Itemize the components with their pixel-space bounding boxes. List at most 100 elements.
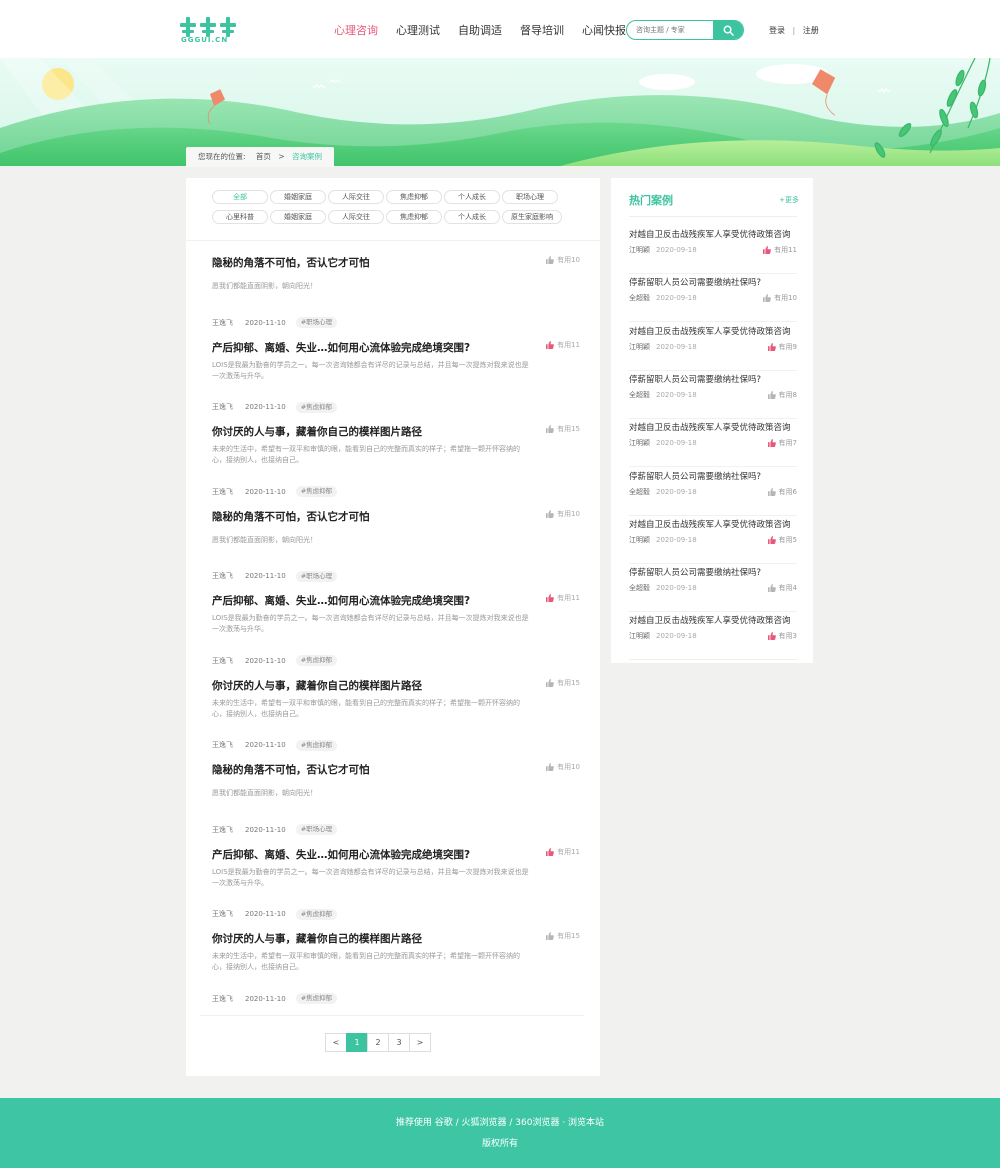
nav-item[interactable]: 自助调适 [458, 22, 502, 38]
article-tag[interactable]: #职场心理 [295, 317, 338, 328]
useful-count[interactable]: 有用10 [546, 509, 580, 519]
hot-case-title[interactable]: 停薪留职人员公司需要缴纳社保吗? [629, 276, 761, 288]
article-item[interactable]: 产后抑郁、离婚、失业…如何用心流体验完成绝境突围? LOIS是我最为勤奋的学员之一… [212, 340, 580, 420]
article-title[interactable]: 你讨厌的人与事，藏着你自己的模样图片路径 [212, 424, 422, 439]
useful-count[interactable]: 有用11 [546, 340, 580, 350]
hot-case-date: 2020-09-18 [656, 535, 697, 544]
hot-case-title[interactable]: 对越自卫反击战残疾军人享受优待政策咨询 [629, 228, 791, 240]
hot-case-title[interactable]: 停薪留职人员公司需要缴纳社保吗? [629, 470, 761, 482]
copyright: 版权所有 [481, 1139, 518, 1149]
nav-item[interactable]: 心理咨询 [334, 22, 378, 38]
next-page-button[interactable]: > [409, 1033, 431, 1052]
useful-count[interactable]: 有用7 [767, 438, 797, 448]
article-date: 2020-11-10 [245, 487, 286, 496]
nav-item[interactable]: 心闻快报 [582, 22, 626, 38]
article-title[interactable]: 隐秘的角落不可怕，否认它才可怕 [212, 762, 370, 777]
hot-case-title[interactable]: 停薪留职人员公司需要缴纳社保吗? [629, 566, 761, 578]
hot-case-title[interactable]: 停薪留职人员公司需要缴纳社保吗? [629, 373, 761, 385]
useful-count[interactable]: 有用3 [767, 631, 797, 641]
article-tag[interactable]: #焦虑抑郁 [295, 739, 338, 751]
useful-label: 有用3 [778, 632, 797, 641]
article-tag[interactable]: #焦虑抑郁 [295, 908, 338, 920]
article-title[interactable]: 产后抑郁、离婚、失业…如何用心流体验完成绝境突围? [212, 847, 470, 862]
filter-tag[interactable]: 个人成长 [444, 190, 500, 204]
article-item[interactable]: 产后抑郁、离婚、失业…如何用心流体验完成绝境突围? LOIS是我最为勤奋的学员之一… [212, 847, 580, 927]
useful-count[interactable]: 有用5 [767, 535, 797, 545]
article-item[interactable]: 你讨厌的人与事，藏着你自己的模样图片路径 未来的生活中，希望有一双平和审慎的眼，能… [212, 931, 580, 1011]
page-button[interactable]: 3 [388, 1033, 410, 1052]
useful-count[interactable]: 有用15 [546, 424, 580, 434]
search-button[interactable] [713, 21, 743, 39]
article-title[interactable]: 你讨厌的人与事，藏着你自己的模样图片路径 [212, 931, 422, 946]
filter-tag[interactable]: 原生家庭影响 [502, 210, 562, 224]
article-item[interactable]: 你讨厌的人与事，藏着你自己的模样图片路径 未来的生活中，希望有一双平和审慎的眼，能… [212, 424, 580, 504]
filter-tag[interactable]: 婚姻家庭 [270, 190, 326, 204]
filter-tag[interactable]: 焦虑抑郁 [386, 190, 442, 204]
useful-count[interactable]: 有用11 [546, 847, 580, 857]
prev-page-button[interactable]: < [325, 1033, 347, 1052]
hot-case-item[interactable]: 停薪留职人员公司需要缴纳社保吗? 全超毅 2020-09-18 有用10 [629, 276, 797, 323]
filter-tag[interactable]: 心里科普 [212, 210, 268, 224]
hot-case-item[interactable]: 对越自卫反击战残疾军人享受优待政策咨询 江明颖 2020-09-18 有用11 [629, 228, 797, 274]
article-tag[interactable]: #焦虑抑郁 [295, 401, 338, 413]
article-meta: 王逸飞 2020-11-10 #职场心理 [212, 570, 338, 582]
article-tag[interactable]: #焦虑抑郁 [295, 993, 338, 1004]
filter-tag[interactable]: 婚姻家庭 [270, 210, 326, 224]
filter-tag[interactable]: 焦虑抑郁 [386, 210, 442, 224]
hot-case-title[interactable]: 对越自卫反击战残疾军人享受优待政策咨询 [629, 518, 791, 530]
hot-case-item[interactable]: 对越自卫反击战残疾军人享受优待政策咨询 江明颖 2020-09-18 有用5 [629, 518, 797, 564]
useful-count[interactable]: 有用9 [767, 342, 797, 352]
page-button[interactable]: 1 [346, 1033, 368, 1052]
filter-tag[interactable]: 人际交往 [328, 210, 384, 224]
article-tag[interactable]: #职场心理 [295, 570, 338, 582]
article-title[interactable]: 产后抑郁、离婚、失业…如何用心流体验完成绝境突围? [212, 593, 470, 608]
filter-tag[interactable]: 人际交往 [328, 190, 384, 204]
divider [200, 1015, 584, 1016]
filter-tag[interactable]: 全部 [212, 190, 268, 204]
article-item[interactable]: 隐秘的角落不可怕，否认它才可怕 愿我们都能直面阴影，朝向阳光！ 王逸飞 2020-11… [212, 509, 580, 589]
article-item[interactable]: 隐秘的角落不可怕，否认它才可怕 愿我们都能直面阴影，朝向阳光！ 王逸飞 2020-11… [212, 255, 580, 335]
filter-tag[interactable]: 职场心理 [502, 190, 558, 204]
useful-count[interactable]: 有用11 [763, 245, 797, 255]
useful-label: 有用5 [778, 535, 797, 544]
article-title[interactable]: 你讨厌的人与事，藏着你自己的模样图片路径 [212, 678, 422, 693]
register-link[interactable]: 注册 [803, 26, 819, 35]
article-item[interactable]: 产后抑郁、离婚、失业…如何用心流体验完成绝境突围? LOIS是我最为勤奋的学员之一… [212, 593, 580, 673]
article-title[interactable]: 隐秘的角落不可怕，否认它才可怕 [212, 509, 370, 524]
nav-item[interactable]: 督导培训 [520, 22, 564, 38]
useful-count[interactable]: 有用11 [546, 593, 580, 603]
article-tag[interactable]: #焦虑抑郁 [295, 486, 338, 497]
useful-count[interactable]: 有用10 [763, 293, 797, 303]
useful-count[interactable]: 有用10 [546, 762, 580, 772]
article-item[interactable]: 隐秘的角落不可怕，否认它才可怕 愿我们都能直面阴影，朝向阳光！ 王逸飞 2020-11… [212, 762, 580, 842]
hot-case-item[interactable]: 对越自卫反击战残疾军人享受优待政策咨询 江明颖 2020-09-18 有用7 [629, 421, 797, 468]
article-tag[interactable]: #职场心理 [295, 824, 338, 835]
hot-case-item[interactable]: 停薪留职人员公司需要缴纳社保吗? 全超毅 2020-09-18 有用8 [629, 373, 797, 419]
useful-count[interactable]: 有用8 [767, 390, 797, 400]
article-title[interactable]: 产后抑郁、离婚、失业…如何用心流体验完成绝境突围? [212, 340, 470, 355]
search-input[interactable] [627, 21, 715, 39]
useful-count[interactable]: 有用10 [546, 255, 580, 265]
more-link[interactable]: +更多 [779, 195, 799, 205]
hot-case-item[interactable]: 停薪留职人员公司需要缴纳社保吗? 全超毅 2020-09-18 有用6 [629, 470, 797, 516]
useful-count[interactable]: 有用15 [546, 678, 580, 688]
useful-count[interactable]: 有用4 [767, 583, 797, 593]
useful-count[interactable]: 有用6 [767, 487, 797, 497]
hot-case-title[interactable]: 对越自卫反击战残疾军人享受优待政策咨询 [629, 421, 791, 433]
filter-tag[interactable]: 个人成长 [444, 210, 500, 224]
breadcrumb-home[interactable]: 首页 [256, 152, 271, 161]
hot-case-item[interactable]: 对越自卫反击战残疾军人享受优待政策咨询 江明颖 2020-09-18 有用9 [629, 325, 797, 371]
article-title[interactable]: 隐秘的角落不可怕，否认它才可怕 [212, 255, 370, 270]
hot-case-item[interactable]: 停薪留职人员公司需要缴纳社保吗? 全超毅 2020-09-18 有用4 [629, 566, 797, 613]
page-button[interactable]: 2 [367, 1033, 389, 1052]
nav-item[interactable]: 心理测试 [396, 22, 440, 38]
hot-case-item[interactable]: 对越自卫反击战残疾军人享受优待政策咨询 江明颖 2020-09-18 有用3 [629, 614, 797, 661]
article-meta: 王逸飞 2020-11-10 #焦虑抑郁 [212, 655, 338, 666]
article-item[interactable]: 你讨厌的人与事，藏着你自己的模样图片路径 未来的生活中，希望有一双平和审慎的眼，能… [212, 678, 580, 758]
useful-count[interactable]: 有用15 [546, 931, 580, 941]
hot-case-title[interactable]: 对越自卫反击战残疾军人享受优待政策咨询 [629, 614, 791, 626]
login-link[interactable]: 登录 [769, 26, 785, 35]
article-tag[interactable]: #焦虑抑郁 [295, 655, 338, 666]
hot-case-title[interactable]: 对越自卫反击战残疾军人享受优待政策咨询 [629, 325, 791, 337]
article-date: 2020-11-10 [245, 994, 286, 1003]
